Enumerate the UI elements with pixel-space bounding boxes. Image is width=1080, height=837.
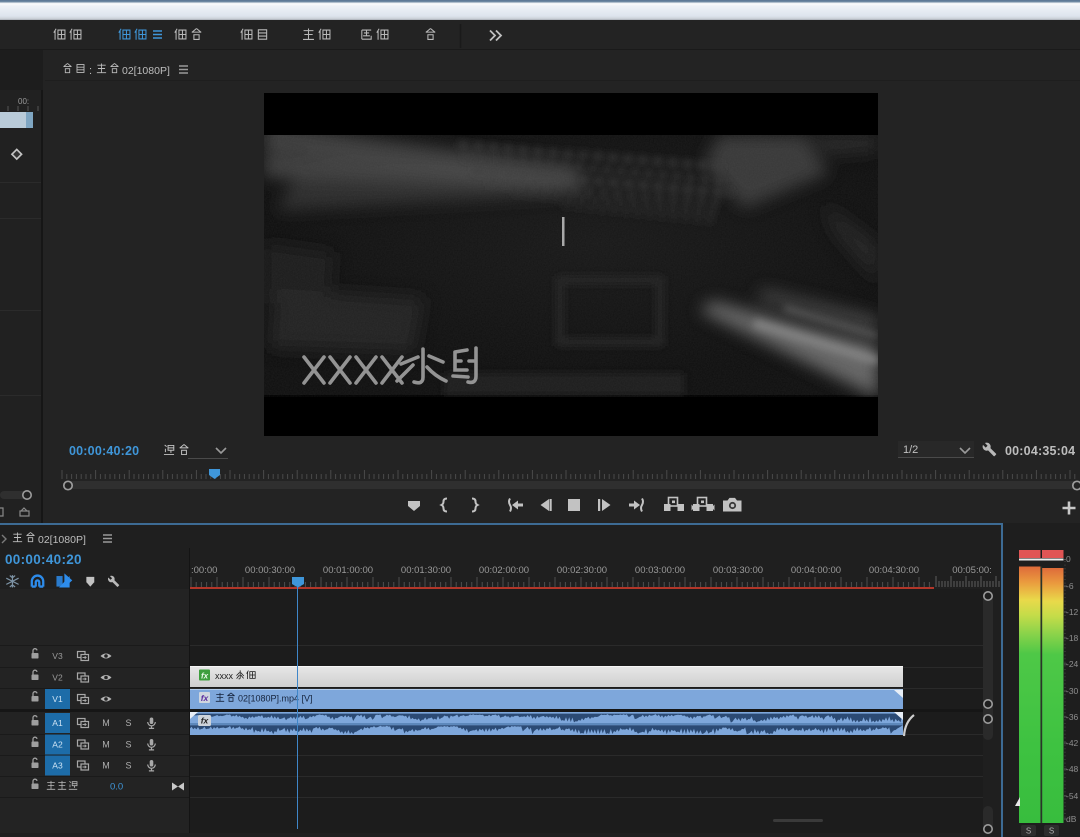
svg-text:fx: fx [201, 693, 210, 703]
svg-text:S: S [125, 718, 131, 728]
svg-text:S: S [1049, 827, 1054, 836]
svg-text:00:03:30:00: 00:03:30:00 [713, 565, 763, 576]
svg-text:-18: -18 [1066, 633, 1079, 643]
svg-text:00:04:30:00: 00:04:30:00 [869, 565, 919, 576]
svg-text:fx: fx [201, 672, 209, 681]
svg-text:00:04:00:00: 00:04:00:00 [791, 565, 841, 576]
svg-text:00:02:30:00: 00:02:30:00 [557, 565, 607, 576]
svg-text:S: S [125, 740, 131, 750]
svg-text:02[1080P]: 02[1080P] [38, 534, 86, 546]
svg-text:-6: -6 [1066, 581, 1074, 591]
svg-text:xxxx: xxxx [215, 671, 234, 681]
svg-text:02[1080P].mp4 [V]: 02[1080P].mp4 [V] [238, 694, 313, 704]
svg-text:-24: -24 [1066, 659, 1079, 669]
svg-text:00:01:00:00: 00:01:00:00 [323, 565, 373, 576]
svg-text:A2: A2 [52, 740, 63, 750]
svg-text:dB: dB [1066, 814, 1077, 824]
svg-text:02[1080P]: 02[1080P] [122, 65, 170, 77]
svg-text:00:02:00:00: 00:02:00:00 [479, 565, 529, 576]
svg-text:fx: fx [201, 716, 210, 726]
svg-text:-54: -54 [1066, 791, 1079, 801]
svg-text:0.0: 0.0 [110, 782, 123, 793]
svg-text:00:03:00:00: 00:03:00:00 [635, 565, 685, 576]
svg-text:S: S [1026, 827, 1031, 836]
svg-text:S: S [125, 761, 131, 771]
svg-text:V1: V1 [52, 694, 63, 704]
svg-text::: : [89, 65, 92, 77]
svg-text:00:05:00:: 00:05:00: [952, 565, 992, 576]
svg-text:00:: 00: [18, 97, 29, 106]
svg-text::00:00: :00:00 [191, 565, 217, 576]
svg-text:-48: -48 [1066, 764, 1079, 774]
svg-text:A3: A3 [52, 761, 63, 771]
svg-text:M: M [102, 740, 110, 750]
svg-text:-30: -30 [1066, 686, 1079, 696]
svg-text:00:00:30:00: 00:00:30:00 [245, 565, 295, 576]
svg-text:-36: -36 [1066, 712, 1079, 722]
svg-text:-12: -12 [1066, 607, 1079, 617]
svg-text:V3: V3 [52, 651, 63, 661]
svg-text:V2: V2 [52, 673, 63, 683]
svg-text:M: M [102, 718, 110, 728]
svg-text:00:01:30:00: 00:01:30:00 [401, 565, 451, 576]
svg-text:M: M [102, 761, 110, 771]
svg-text:-42: -42 [1066, 738, 1079, 748]
svg-text:A1: A1 [52, 718, 63, 728]
